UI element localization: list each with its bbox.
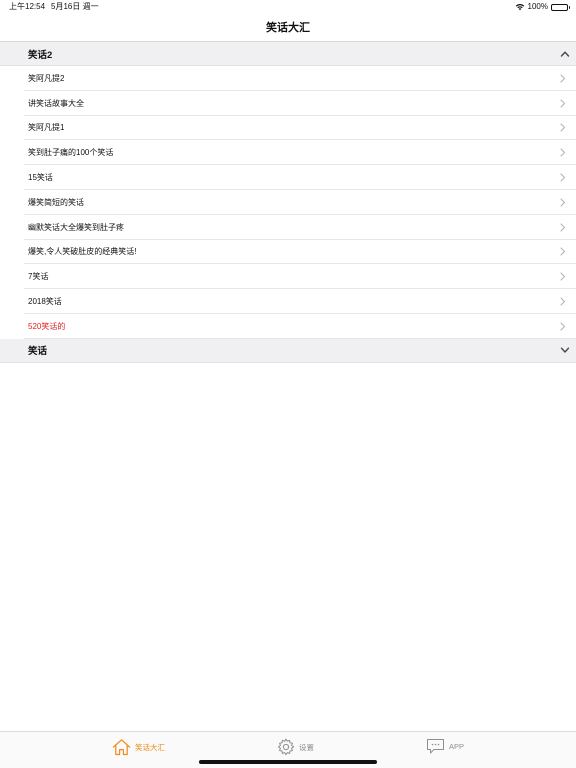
home-icon bbox=[112, 739, 131, 756]
list-item-label: 笑阿凡提2 bbox=[28, 73, 65, 83]
list-item[interactable]: 笑到肚子痛的100个笑话 bbox=[0, 140, 576, 165]
section-header-jokes-2[interactable]: 笑话2 bbox=[0, 42, 576, 66]
status-time: 上午12:54 bbox=[9, 2, 46, 11]
list-item[interactable]: 2018笑话 bbox=[0, 289, 576, 314]
wifi-icon bbox=[515, 3, 524, 11]
tab-settings[interactable]: 设置 bbox=[277, 738, 314, 756]
chevron-right-icon bbox=[560, 198, 566, 207]
tab-label: 设置 bbox=[299, 742, 314, 752]
tab-app[interactable]: APP bbox=[426, 738, 464, 755]
tab-label: APP bbox=[449, 742, 465, 751]
list-item-label: 7笑话 bbox=[28, 272, 49, 282]
battery-percent: 100% bbox=[527, 2, 548, 11]
chevron-up-icon bbox=[560, 51, 570, 57]
chevron-right-icon bbox=[560, 297, 566, 306]
list-item[interactable]: 爆笑简短的笑话 bbox=[0, 190, 576, 215]
tab-jokes[interactable]: 笑话大汇 bbox=[112, 738, 165, 756]
home-indicator bbox=[199, 760, 377, 764]
list-item-label: 15笑话 bbox=[28, 173, 53, 183]
list-item-label: 笑到肚子痛的100个笑话 bbox=[28, 148, 114, 158]
status-bar: 上午12:54 5月16日 週一 100% bbox=[0, 0, 576, 14]
list-item[interactable]: 爆笑,令人笑破肚皮的经典笑话! bbox=[0, 240, 576, 265]
status-right: 100% bbox=[515, 0, 570, 14]
list-item-label: 笑阿凡提1 bbox=[28, 123, 65, 133]
chevron-right-icon bbox=[560, 148, 566, 157]
chevron-down-icon bbox=[560, 347, 570, 353]
chevron-right-icon bbox=[560, 99, 566, 108]
list-item-label: 2018笑话 bbox=[28, 297, 62, 307]
list-item[interactable]: 幽默笑话大全爆笑到肚子疼 bbox=[0, 215, 576, 240]
chevron-right-icon bbox=[560, 74, 566, 83]
screen: 上午12:54 5月16日 週一 100% 笑话大汇 笑话2 笑阿凡提2 讲笑话… bbox=[0, 0, 576, 768]
list-item[interactable]: 7笑话 bbox=[0, 264, 576, 289]
list-item[interactable]: 讲笑话故事大全 bbox=[0, 91, 576, 116]
list-item-label: 爆笑简短的笑话 bbox=[28, 197, 84, 207]
list-item[interactable]: 15笑话 bbox=[0, 165, 576, 190]
list-item-label: 幽默笑话大全爆笑到肚子疼 bbox=[28, 222, 124, 232]
list-item-label: 520笑话的 bbox=[28, 321, 66, 331]
section-title: 笑话 bbox=[28, 346, 48, 358]
joke-list: 笑话2 笑阿凡提2 讲笑话故事大全 笑阿凡提1 笑到肚子痛的100个笑话 15笑… bbox=[0, 42, 576, 363]
list-item-label: 讲笑话故事大全 bbox=[28, 98, 84, 108]
gear-icon bbox=[277, 738, 295, 756]
status-left: 上午12:54 5月16日 週一 bbox=[9, 0, 99, 14]
list-item-label: 爆笑,令人笑破肚皮的经典笑话! bbox=[28, 247, 137, 257]
list-item-highlighted[interactable]: 520笑话的 bbox=[0, 314, 576, 339]
chevron-right-icon bbox=[560, 272, 566, 281]
page-title: 笑话大汇 bbox=[266, 22, 310, 34]
chevron-right-icon bbox=[560, 173, 566, 182]
tab-label: 笑话大汇 bbox=[135, 742, 165, 752]
list-item[interactable]: 笑阿凡提1 bbox=[0, 116, 576, 141]
list-item[interactable]: 笑阿凡提2 bbox=[0, 66, 576, 91]
section-title: 笑话2 bbox=[28, 49, 53, 61]
chevron-right-icon bbox=[560, 123, 566, 133]
status-date: 5月16日 週一 bbox=[51, 2, 99, 11]
battery-icon bbox=[551, 3, 570, 11]
chevron-right-icon bbox=[560, 247, 566, 257]
chevron-right-icon bbox=[560, 322, 566, 331]
chat-bubble-icon bbox=[427, 739, 444, 754]
section-header-jokes[interactable]: 笑话 bbox=[0, 338, 576, 363]
chevron-right-icon bbox=[560, 223, 566, 232]
nav-bar: 笑话大汇 bbox=[0, 14, 576, 42]
